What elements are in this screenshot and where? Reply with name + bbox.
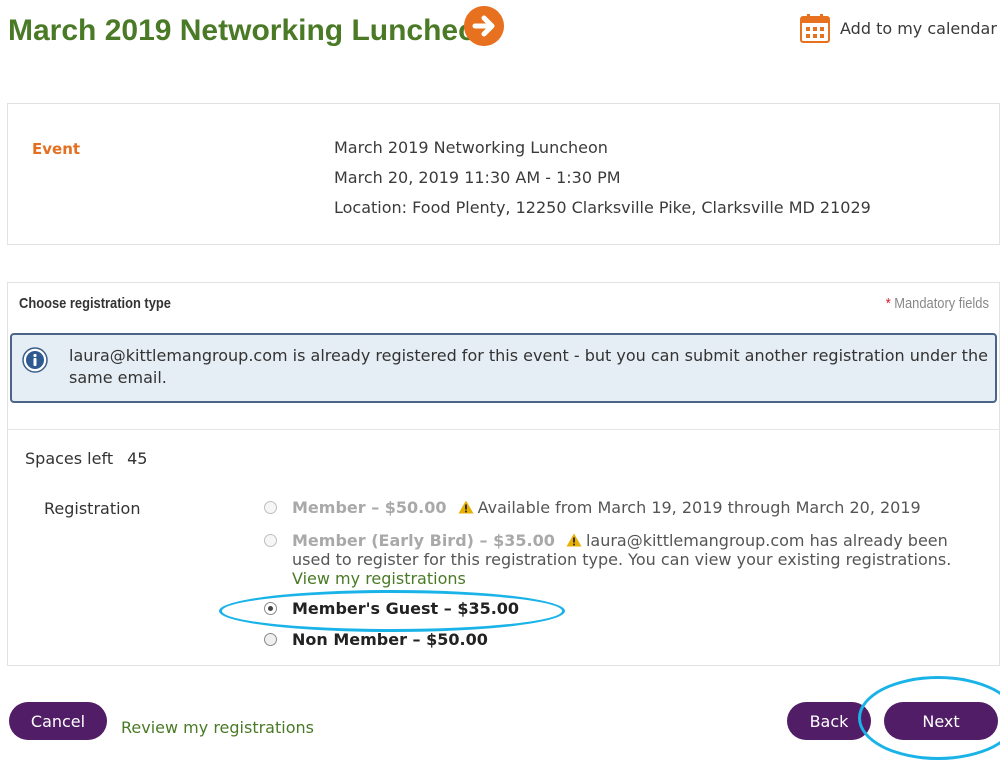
- radio-member: [264, 501, 277, 514]
- radio-member-early-bird: [264, 534, 277, 547]
- spaces-left-label: Spaces left: [25, 449, 114, 468]
- mandatory-fields-note: * Mandatory fields: [886, 295, 989, 312]
- mandatory-fields-label: Mandatory fields: [894, 295, 989, 312]
- option-early-bird-label: Member (Early Bird) – $35.00: [292, 531, 555, 550]
- spaces-left: Spaces left 45: [25, 449, 147, 468]
- option-members-guest[interactable]: Member's Guest – $35.00: [264, 599, 984, 618]
- section-divider: [8, 429, 999, 430]
- warning-icon: [566, 533, 582, 547]
- event-datetime: March 20, 2019 11:30 AM - 1:30 PM: [334, 168, 621, 187]
- event-name: March 2019 Networking Luncheon: [334, 138, 608, 157]
- mandatory-star: *: [885, 295, 891, 312]
- warning-icon: [458, 500, 474, 514]
- info-icon: [22, 347, 48, 373]
- add-to-calendar-label: Add to my calendar: [840, 18, 997, 38]
- radio-non-member[interactable]: [264, 633, 277, 646]
- registration-type-heading: Choose registration type: [19, 295, 171, 312]
- event-label: Event: [32, 140, 81, 158]
- option-members-guest-label[interactable]: Member's Guest – $35.00: [292, 599, 519, 618]
- option-non-member-label[interactable]: Non Member – $50.00: [292, 630, 488, 649]
- next-button[interactable]: Next: [884, 702, 998, 740]
- option-member-label: Member – $50.00: [292, 498, 447, 517]
- view-my-registrations-link[interactable]: View my registrations: [292, 569, 466, 588]
- back-button[interactable]: Back: [787, 702, 871, 740]
- cancel-button[interactable]: Cancel: [9, 702, 107, 740]
- option-member: Member – $50.00 Available from March 19,…: [264, 498, 984, 517]
- calendar-icon: [800, 14, 830, 43]
- page-title: March 2019 Networking Luncheon: [8, 14, 495, 47]
- notice-text: laura@kittlemangroup.com is already regi…: [69, 346, 988, 387]
- arrow-right-circle-icon[interactable]: [464, 6, 504, 46]
- already-registered-notice: laura@kittlemangroup.com is already regi…: [10, 333, 997, 403]
- radio-members-guest[interactable]: [264, 602, 277, 615]
- option-member-early-bird: Member (Early Bird) – $35.00 laura@kittl…: [264, 531, 984, 588]
- option-member-note: Available from March 19, 2019 through Ma…: [477, 498, 921, 517]
- spaces-left-value: 45: [127, 449, 148, 468]
- event-info: March 2019 Networking Luncheon March 20,…: [334, 138, 871, 228]
- add-to-calendar-link[interactable]: Add to my calendar: [800, 12, 997, 44]
- event-details-card: Event March 2019 Networking Luncheon Mar…: [7, 103, 1000, 245]
- event-location: Location: Food Plenty, 12250 Clarksville…: [334, 198, 871, 217]
- review-registrations-link[interactable]: Review my registrations: [121, 718, 314, 737]
- option-non-member[interactable]: Non Member – $50.00: [264, 630, 984, 649]
- registration-label: Registration: [44, 499, 141, 518]
